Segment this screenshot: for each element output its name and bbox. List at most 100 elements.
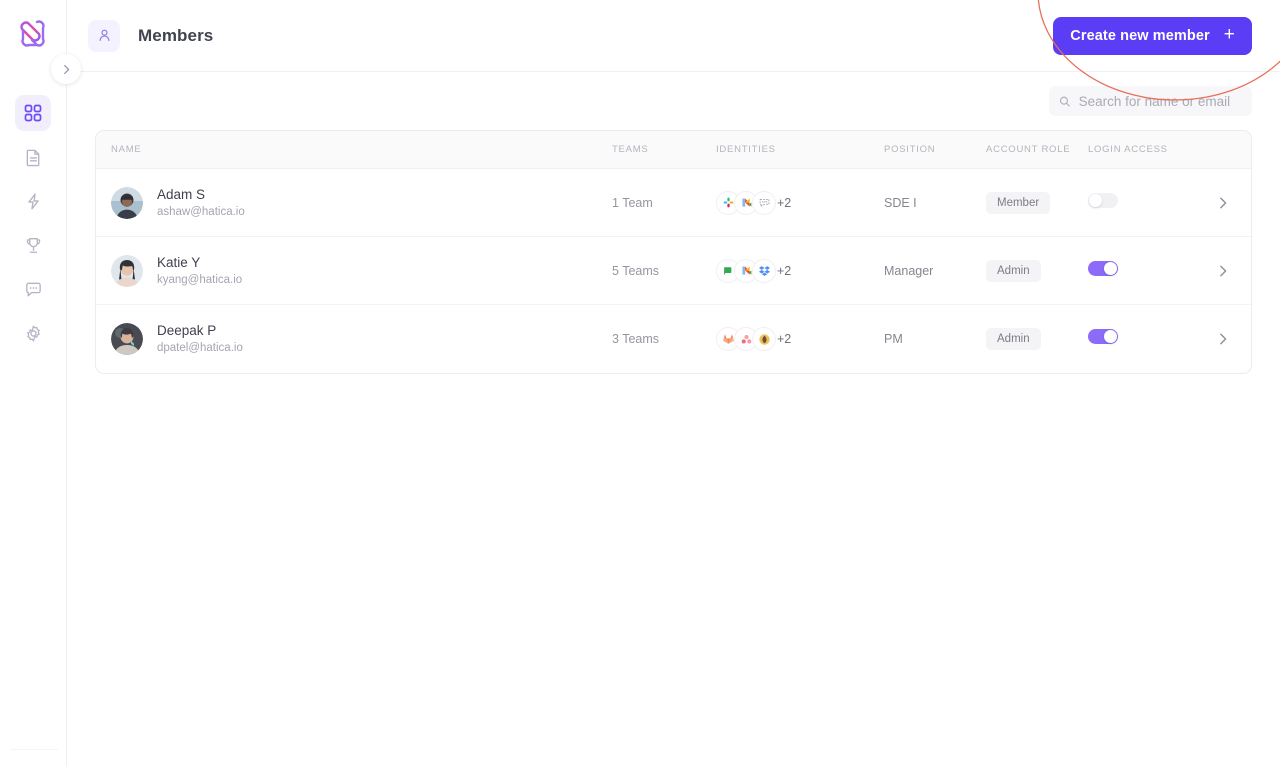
- search-box[interactable]: [1049, 86, 1252, 116]
- avatar: [111, 323, 143, 355]
- member-name-cell: Katie Y kyang@hatica.io: [96, 254, 612, 288]
- column-header-account-role: ACCOUNT ROLE: [986, 144, 1071, 155]
- status-badge: Member: [986, 191, 1051, 214]
- create-new-member-button[interactable]: Create new member +: [1053, 16, 1252, 55]
- members-page: Members Create new member + NAME TEAMS: [0, 0, 1280, 766]
- member-role-cell: Admin: [986, 328, 1088, 350]
- column-header-position: POSITION: [884, 144, 936, 155]
- member-position: Manager: [884, 263, 934, 278]
- member-name: Deepak P: [157, 323, 217, 338]
- member-name-block: Katie Y kyang@hatica.io: [157, 254, 242, 288]
- member-login-cell: [1088, 329, 1192, 349]
- column-header-teams: TEAMS: [612, 144, 649, 155]
- search-input[interactable]: [1078, 93, 1242, 109]
- grid-icon: [24, 104, 42, 122]
- hatica-logo-icon: [20, 20, 45, 47]
- member-position: SDE I: [884, 195, 917, 210]
- row-expand-cell[interactable]: [1192, 263, 1251, 279]
- member-role-cell: Admin: [986, 259, 1088, 282]
- member-role-cell: Member: [986, 191, 1088, 214]
- table-row[interactable]: Katie Y kyang@hatica.io 5 Teams +2 Manag…: [96, 237, 1251, 305]
- dropbox-icon: [752, 258, 776, 283]
- column-header-identities: IDENTITIES: [716, 144, 776, 155]
- login-access-toggle[interactable]: [1088, 260, 1118, 276]
- login-access-toggle[interactable]: [1088, 192, 1118, 208]
- page-header: Members Create new member +: [67, 0, 1280, 72]
- amber-leaf-icon: [752, 327, 776, 351]
- identities-more-count: +2: [777, 332, 792, 346]
- table-row[interactable]: Deepak P dpatel@hatica.io 3 Teams +2 PM …: [96, 305, 1251, 373]
- sidebar-collapse-toggle[interactable]: [51, 54, 81, 84]
- identities-stack[interactable]: +2: [716, 327, 884, 351]
- member-teams-cell: 3 Teams: [612, 330, 716, 348]
- sidebar-item-settings[interactable]: [15, 315, 51, 351]
- chevron-right-icon: [1220, 197, 1227, 208]
- identities-stack[interactable]: +2: [716, 258, 884, 283]
- chevron-right-icon: [1220, 333, 1227, 345]
- sidebar-divider: [10, 749, 58, 750]
- search-row: [67, 72, 1280, 130]
- person-icon: [99, 29, 109, 41]
- bolt-icon: [27, 193, 39, 209]
- member-login-cell: [1088, 260, 1192, 281]
- column-header-name: NAME: [111, 144, 142, 155]
- row-expand-cell[interactable]: [1192, 331, 1251, 347]
- member-login-cell: [1088, 192, 1192, 213]
- toggle-knob: [1089, 193, 1102, 207]
- identities-more-count: +2: [777, 195, 792, 210]
- column-header-login-access: LOGIN ACCESS: [1088, 144, 1168, 155]
- identities-stack[interactable]: +2: [716, 190, 884, 215]
- member-name-block: Adam S ashaw@hatica.io: [157, 186, 245, 220]
- teams-count: 5 Teams: [612, 263, 660, 278]
- chat-bubble-icon: [752, 190, 776, 215]
- member-position-cell: Manager: [884, 262, 986, 280]
- create-new-member-label: Create new member: [1070, 27, 1210, 44]
- sidebar-item-activity[interactable]: [15, 183, 51, 219]
- status-badge: Admin: [986, 259, 1041, 282]
- identities-more-count: +2: [777, 263, 792, 278]
- sidebar-item-goals[interactable]: [15, 227, 51, 263]
- page-title: Members: [138, 25, 214, 45]
- page-header-icon: [88, 19, 120, 52]
- sidebar-item-reports[interactable]: [15, 139, 51, 175]
- member-teams-cell: 5 Teams: [612, 262, 716, 280]
- trophy-icon: [26, 237, 40, 253]
- toggle-knob: [1104, 261, 1117, 275]
- member-position-cell: PM: [884, 330, 986, 348]
- member-teams-cell: 1 Team: [612, 194, 716, 212]
- row-expand-cell[interactable]: [1192, 195, 1251, 211]
- sidebar-nav: [15, 95, 51, 351]
- members-table: NAME TEAMS IDENTITIES POSITION ACCOUNT R…: [95, 130, 1252, 374]
- member-name-block: Deepak P dpatel@hatica.io: [157, 322, 243, 356]
- member-name-cell: Deepak P dpatel@hatica.io: [96, 322, 612, 356]
- teams-count: 1 Team: [612, 195, 653, 210]
- table-header-row: NAME TEAMS IDENTITIES POSITION ACCOUNT R…: [96, 131, 1251, 169]
- sidebar-item-feedback[interactable]: [15, 271, 51, 307]
- login-access-toggle[interactable]: [1088, 329, 1118, 344]
- member-name: Katie Y: [157, 254, 201, 270]
- status-badge: Admin: [986, 328, 1041, 350]
- chevron-right-icon: [63, 64, 69, 74]
- chevron-right-icon: [1220, 265, 1227, 276]
- sidebar: [0, 0, 67, 766]
- member-identities-cell: +2: [716, 327, 884, 351]
- table-row[interactable]: Adam S ashaw@hatica.io 1 Team +2 SDE I M…: [96, 169, 1251, 237]
- member-name-cell: Adam S ashaw@hatica.io: [96, 186, 612, 220]
- member-identities-cell: +2: [716, 190, 884, 215]
- teams-count: 3 Teams: [612, 332, 660, 346]
- search-icon: [1059, 96, 1070, 107]
- member-email: ashaw@hatica.io: [157, 205, 245, 218]
- member-email: kyang@hatica.io: [157, 273, 243, 286]
- avatar: [111, 186, 143, 219]
- member-email: dpatel@hatica.io: [157, 342, 243, 354]
- document-icon: [26, 149, 39, 166]
- member-position-cell: SDE I: [884, 194, 986, 212]
- main-content: Members Create new member + NAME TEAMS: [67, 0, 1280, 766]
- avatar: [111, 254, 143, 287]
- sidebar-item-dashboard[interactable]: [15, 95, 51, 131]
- member-position: PM: [884, 332, 903, 346]
- member-name: Adam S: [157, 186, 206, 202]
- chat-icon: [25, 282, 41, 296]
- gear-icon: [26, 324, 40, 342]
- plus-icon: +: [1223, 24, 1235, 45]
